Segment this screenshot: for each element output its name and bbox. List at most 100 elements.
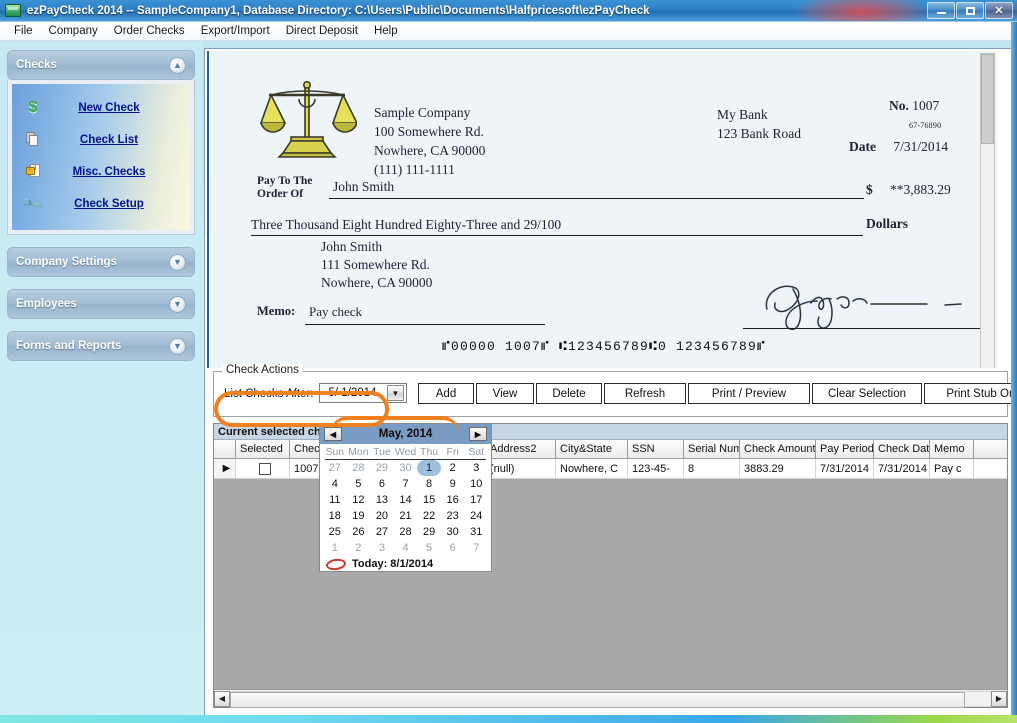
sidebar-item-check-setup-label[interactable]: Check Setup (48, 198, 184, 210)
calendar-day[interactable]: 2 (441, 460, 465, 476)
list-checks-after-date-picker[interactable]: 5/ 1/2014 ▼ (319, 383, 407, 403)
grid-header-indicator[interactable] (214, 440, 236, 458)
calendar-next-month-button[interactable]: ▶ (469, 427, 487, 441)
chevron-down-icon[interactable]: ▼ (169, 254, 186, 271)
calendar-day[interactable]: 16 (441, 492, 465, 508)
calendar-day[interactable]: 27 (370, 524, 394, 540)
calendar-day[interactable]: 29 (370, 460, 394, 476)
calendar-day[interactable]: 23 (441, 508, 465, 524)
scroll-right-icon[interactable]: ▶ (991, 691, 1007, 707)
calendar-month-label[interactable]: May, 2014 (379, 428, 433, 440)
date-picker-calendar[interactable]: ◀ May, 2014 ▶ Sun Mon Tue Wed Thu Fri Sa… (319, 423, 492, 572)
calendar-day[interactable]: 13 (370, 492, 394, 508)
calendar-day[interactable]: 28 (347, 460, 371, 476)
calendar-day[interactable]: 5 (347, 476, 371, 492)
grid-header-pay-period[interactable]: Pay Period (816, 440, 874, 458)
calendar-day[interactable]: 19 (347, 508, 371, 524)
calendar-day[interactable]: 8 (417, 476, 441, 492)
calendar-day[interactable]: 17 (464, 492, 488, 508)
calendar-day[interactable]: 3 (370, 540, 394, 556)
sidebar-item-misc-checks-label[interactable]: Misc. Checks (48, 166, 184, 178)
calendar-day[interactable]: 1 (323, 540, 347, 556)
menu-item-order-checks[interactable]: Order Checks (106, 23, 193, 39)
calendar-day[interactable]: 7 (464, 540, 488, 556)
sidebar-panel-employees-header[interactable]: Employees ▼ (7, 289, 195, 319)
calendar-day[interactable]: 27 (323, 460, 347, 476)
calendar-day[interactable]: 4 (323, 476, 347, 492)
calendar-day[interactable]: 26 (347, 524, 371, 540)
calendar-day[interactable]: 15 (417, 492, 441, 508)
maximize-restore-button[interactable] (956, 2, 984, 19)
grid-header-serial-num[interactable]: Serial Num (684, 440, 740, 458)
calendar-day[interactable]: 21 (394, 508, 418, 524)
grid-header-check-date[interactable]: Check Dat (874, 440, 930, 458)
check-preview-scroll-thumb[interactable] (981, 54, 994, 144)
minimize-button[interactable] (927, 2, 955, 19)
view-button[interactable]: View (476, 383, 534, 404)
print-preview-button[interactable]: Print / Preview (688, 383, 810, 404)
chevron-down-icon[interactable]: ▼ (169, 296, 186, 313)
sidebar-panel-checks-header[interactable]: Checks ▲ (7, 50, 195, 80)
calendar-day[interactable]: 25 (323, 524, 347, 540)
add-button[interactable]: Add (418, 383, 474, 404)
calendar-day[interactable]: 4 (394, 540, 418, 556)
calendar-today-row[interactable]: Today: 8/1/2014 (320, 558, 491, 570)
grid-header-city-state[interactable]: City&State (556, 440, 628, 458)
grid-horizontal-scrollbar[interactable]: ◀ ▶ (214, 689, 1007, 707)
sidebar-item-check-list-label[interactable]: Check List (48, 134, 184, 146)
calendar-day[interactable]: 12 (347, 492, 371, 508)
menu-item-file[interactable]: File (6, 23, 41, 39)
sidebar-item-check-setup[interactable]: 🔧 Check Setup (18, 188, 184, 220)
calendar-day-selected[interactable]: 1 (417, 460, 441, 476)
calendar-day[interactable]: 9 (441, 476, 465, 492)
print-stub-only-button[interactable]: Print Stub Only (924, 383, 1017, 404)
row-selected-checkbox[interactable] (236, 459, 290, 478)
sidebar-panel-forms-reports-header[interactable]: Forms and Reports ▼ (7, 331, 195, 361)
calendar-day[interactable]: 30 (441, 524, 465, 540)
grid-header-selected[interactable]: Selected (236, 440, 290, 458)
chevron-down-icon[interactable]: ▼ (387, 385, 404, 401)
calendar-day[interactable]: 11 (323, 492, 347, 508)
calendar-day[interactable]: 30 (394, 460, 418, 476)
calendar-day[interactable]: 6 (370, 476, 394, 492)
chevron-down-icon[interactable]: ▼ (169, 338, 186, 355)
list-checks-after-value[interactable]: 5/ 1/2014 (320, 387, 387, 399)
menu-item-help[interactable]: Help (366, 23, 406, 39)
calendar-day[interactable]: 20 (370, 508, 394, 524)
sidebar-item-new-check[interactable]: $ New Check (18, 92, 184, 124)
menu-item-company[interactable]: Company (41, 23, 106, 39)
delete-button[interactable]: Delete (536, 383, 602, 404)
sidebar-item-misc-checks[interactable]: Misc. Checks (18, 156, 184, 188)
grid-hscroll-thumb[interactable] (230, 692, 965, 708)
calendar-day[interactable]: 28 (394, 524, 418, 540)
clear-selection-button[interactable]: Clear Selection (812, 383, 922, 404)
sidebar-panel-company-settings-header[interactable]: Company Settings ▼ (7, 247, 195, 277)
scroll-left-icon[interactable]: ◀ (214, 691, 230, 707)
menu-item-export-import[interactable]: Export/Import (193, 23, 278, 39)
grid-header-memo[interactable]: Memo (930, 440, 974, 458)
check-preview-scrollbar[interactable] (980, 53, 995, 368)
sidebar-item-new-check-label[interactable]: New Check (48, 102, 184, 114)
calendar-day[interactable]: 14 (394, 492, 418, 508)
calendar-day[interactable]: 18 (323, 508, 347, 524)
calendar-day[interactable]: 5 (417, 540, 441, 556)
calendar-day[interactable]: 3 (464, 460, 488, 476)
grid-header-ssn[interactable]: SSN (628, 440, 684, 458)
grid-header-check-amount[interactable]: Check Amount (740, 440, 816, 458)
calendar-prev-month-button[interactable]: ◀ (324, 427, 342, 441)
checkbox-icon[interactable] (259, 463, 271, 475)
calendar-day[interactable]: 29 (417, 524, 441, 540)
calendar-day[interactable]: 7 (394, 476, 418, 492)
calendar-day[interactable]: 6 (441, 540, 465, 556)
check-preview[interactable]: Sample Company 100 Somewhere Rd. Nowhere… (207, 51, 997, 368)
calendar-day[interactable]: 2 (347, 540, 371, 556)
sidebar-item-check-list[interactable]: Check List (18, 124, 184, 156)
calendar-day[interactable]: 10 (464, 476, 488, 492)
grid-hscroll-track[interactable] (230, 691, 991, 707)
menu-item-direct-deposit[interactable]: Direct Deposit (278, 23, 366, 39)
grid-header-address2[interactable]: Address2 (486, 440, 556, 458)
chevron-up-icon[interactable]: ▲ (169, 57, 186, 74)
calendar-day[interactable]: 22 (417, 508, 441, 524)
calendar-day[interactable]: 24 (464, 508, 488, 524)
title-bar[interactable]: ezPayCheck 2014 -- SampleCompany1, Datab… (0, 0, 1017, 22)
